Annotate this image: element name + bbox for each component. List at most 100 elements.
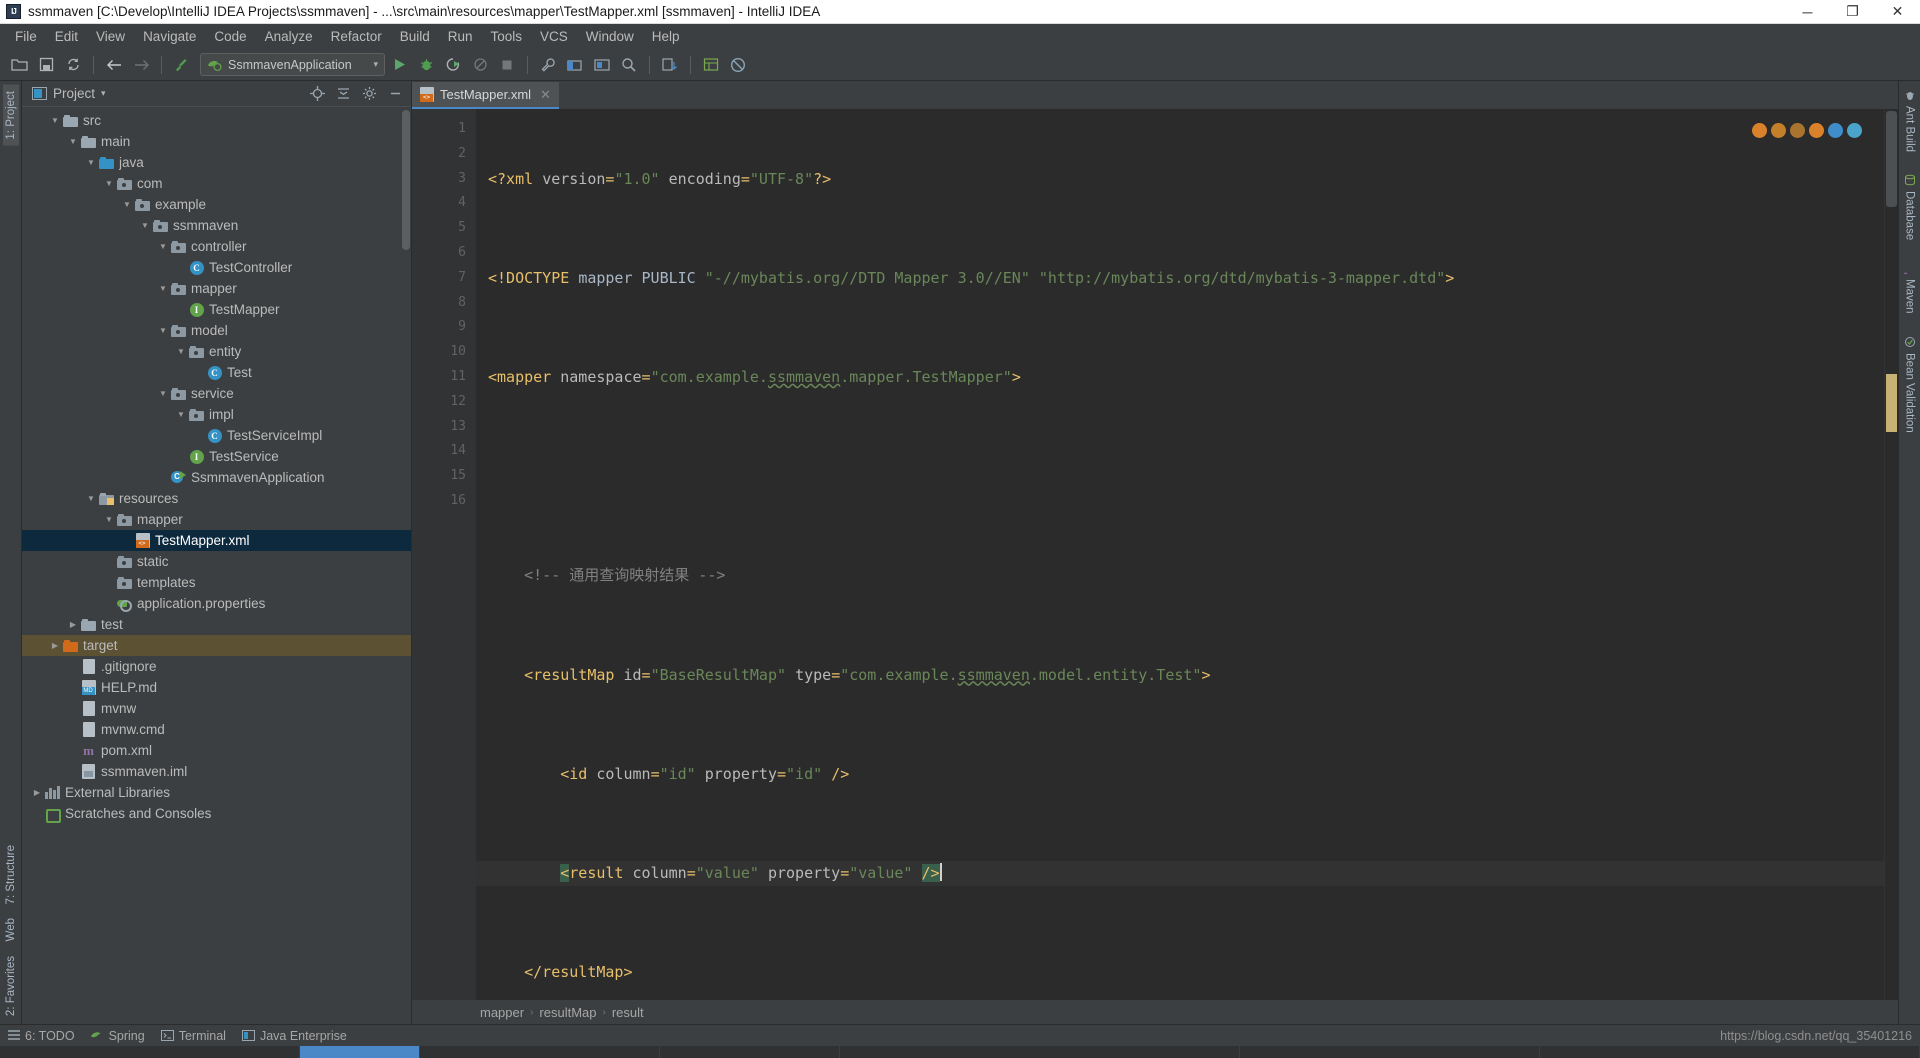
- tree-node-example[interactable]: ▼ example: [22, 194, 411, 215]
- tree-node-java[interactable]: ▼ java: [22, 152, 411, 173]
- expand-arrow-icon[interactable]: ▼: [84, 494, 98, 503]
- sidebar-item-web[interactable]: Web: [3, 912, 19, 947]
- info-bubble-2-icon[interactable]: [1847, 123, 1862, 138]
- navigate-back-icon[interactable]: [101, 53, 127, 77]
- breadcrumb-item-result[interactable]: result: [612, 1005, 644, 1020]
- tree-node-target[interactable]: ▶ target: [22, 635, 411, 656]
- menu-refactor[interactable]: Refactor: [322, 26, 391, 47]
- selection-marker[interactable]: [1886, 374, 1897, 432]
- expand-arrow-icon[interactable]: ▼: [138, 221, 152, 230]
- sidebar-item-project[interactable]: 1: Project: [2, 85, 19, 146]
- tree-node-test[interactable]: C Test: [22, 362, 411, 383]
- tree-node-ssmmavenapplication[interactable]: C SsmmavenApplication: [22, 467, 411, 488]
- sidebar-item-structure[interactable]: 7: Structure: [3, 839, 19, 910]
- run-icon[interactable]: [386, 53, 412, 77]
- tree-node-testserviceimpl[interactable]: C TestServiceImpl: [22, 425, 411, 446]
- tree-node-entity[interactable]: ▼ entity: [22, 341, 411, 362]
- editor-scrollbar-thumb[interactable]: [1886, 111, 1897, 207]
- warning-bubble-2-icon[interactable]: [1771, 123, 1786, 138]
- project-tree[interactable]: ▼ src ▼ main ▼ java ▼ com ▼ example ▼ ssmmaven ▼ cont…: [22, 107, 411, 1024]
- locate-crosshair-icon[interactable]: [307, 84, 327, 104]
- expand-arrow-icon[interactable]: ▼: [48, 116, 62, 125]
- gear-icon[interactable]: [359, 84, 379, 104]
- menu-analyze[interactable]: Analyze: [256, 26, 322, 47]
- save-all-icon[interactable]: [33, 53, 59, 77]
- run-with-coverage-icon[interactable]: [440, 53, 466, 77]
- tree-node-testmapper-xml[interactable]: TestMapper.xml: [22, 530, 411, 551]
- warning-bubble-3-icon[interactable]: [1790, 123, 1805, 138]
- tree-node-mapper[interactable]: ▼ mapper: [22, 278, 411, 299]
- sidebar-item-favorites[interactable]: 2: Favorites: [3, 950, 19, 1022]
- expand-arrow-icon[interactable]: ▼: [84, 158, 98, 167]
- expand-arrow-icon[interactable]: ▼: [174, 410, 188, 419]
- expand-arrow-icon[interactable]: ▼: [156, 326, 170, 335]
- menu-file[interactable]: File: [6, 26, 46, 47]
- menu-window[interactable]: Window: [577, 26, 643, 47]
- stop-icon[interactable]: [494, 53, 520, 77]
- expand-arrow-icon[interactable]: ▼: [102, 515, 116, 524]
- breadcrumb-item-mapper[interactable]: mapper: [480, 1005, 524, 1020]
- tree-node-controller[interactable]: ▼ controller: [22, 236, 411, 257]
- code-editor[interactable]: 1 2 3 4 5 6 7 8 9 10 11 12 13 14 15 16 <…: [412, 109, 1898, 1000]
- tree-node-scratches-and-consoles[interactable]: Scratches and Consoles: [22, 803, 411, 824]
- editor-gutter[interactable]: 1 2 3 4 5 6 7 8 9 10 11 12 13 14 15 16: [412, 109, 476, 1000]
- breadcrumb-item-resultmap[interactable]: resultMap: [539, 1005, 596, 1020]
- project-structure-icon[interactable]: [562, 53, 588, 77]
- expand-arrow-icon[interactable]: ▼: [156, 284, 170, 293]
- tree-node-testservice[interactable]: I TestService: [22, 446, 411, 467]
- expand-arrow-icon[interactable]: ▼: [66, 137, 80, 146]
- tree-node-external-libraries[interactable]: ▶ External Libraries: [22, 782, 411, 803]
- menu-code[interactable]: Code: [205, 26, 255, 47]
- sidebar-item-bean-validation[interactable]: Bean Validation: [1902, 332, 1918, 437]
- open-project-icon[interactable]: [6, 53, 32, 77]
- tree-node-src[interactable]: ▼ src: [22, 110, 411, 131]
- close-icon[interactable]: ✕: [540, 87, 551, 103]
- tree-node-service[interactable]: ▼ service: [22, 383, 411, 404]
- minimize-button[interactable]: ─: [1785, 0, 1830, 23]
- maximize-button[interactable]: ❐: [1830, 0, 1875, 23]
- tree-node-static[interactable]: static: [22, 551, 411, 572]
- expand-arrow-icon[interactable]: ▼: [120, 200, 134, 209]
- menu-build[interactable]: Build: [391, 26, 439, 47]
- search-everywhere-icon[interactable]: [616, 53, 642, 77]
- build-project-hammer-icon[interactable]: [169, 53, 195, 77]
- menu-view[interactable]: View: [87, 26, 134, 47]
- status-todo[interactable]: 6: TODO: [8, 1029, 75, 1043]
- tree-node-model[interactable]: ▼ model: [22, 320, 411, 341]
- expand-arrow-icon[interactable]: ▼: [174, 347, 188, 356]
- status-java-enterprise[interactable]: Java Enterprise: [241, 1029, 347, 1043]
- tree-node-pom-xml[interactable]: m pom.xml: [22, 740, 411, 761]
- tree-node-testcontroller[interactable]: C TestController: [22, 257, 411, 278]
- tree-node-ssmmaven[interactable]: ▼ ssmmaven: [22, 215, 411, 236]
- warning-bubble-icon[interactable]: [1752, 123, 1767, 138]
- project-tree-scrollbar[interactable]: [402, 110, 410, 250]
- tree-node-testmapper[interactable]: I TestMapper: [22, 299, 411, 320]
- settings-wrench-icon[interactable]: [535, 53, 561, 77]
- debug-icon[interactable]: [413, 53, 439, 77]
- menu-navigate[interactable]: Navigate: [134, 26, 205, 47]
- menu-vcs[interactable]: VCS: [531, 26, 577, 47]
- tab-testmapper-xml[interactable]: TestMapper.xml ✕: [412, 82, 559, 109]
- tree-node-application-properties[interactable]: application.properties: [22, 593, 411, 614]
- synchronize-icon[interactable]: [60, 53, 86, 77]
- layout-icon[interactable]: [589, 53, 615, 77]
- tree-node-mvnw[interactable]: mvnw: [22, 698, 411, 719]
- tree-node-com[interactable]: ▼ com: [22, 173, 411, 194]
- sidebar-item-maven[interactable]: m Maven: [1902, 258, 1918, 318]
- close-button[interactable]: ✕: [1875, 0, 1920, 23]
- database-icon[interactable]: [698, 53, 724, 77]
- menu-edit[interactable]: Edit: [46, 26, 87, 47]
- run-configuration-selector[interactable]: SsmmavenApplication ▾: [200, 53, 385, 76]
- expand-arrow-icon[interactable]: ▶: [30, 788, 44, 797]
- menu-run[interactable]: Run: [439, 26, 482, 47]
- expand-arrow-icon[interactable]: ▼: [102, 179, 116, 188]
- disabled-icon[interactable]: [725, 53, 751, 77]
- warning-bubble-4-icon[interactable]: [1809, 123, 1824, 138]
- sidebar-item-database[interactable]: Database: [1902, 170, 1918, 244]
- hide-window-icon[interactable]: [385, 84, 405, 104]
- expand-arrow-icon[interactable]: ▼: [156, 242, 170, 251]
- tree-node-help-md[interactable]: HELP.md: [22, 677, 411, 698]
- sidebar-item-ant-build[interactable]: Ant Build: [1902, 85, 1918, 156]
- project-view-chevron-down-icon[interactable]: ▾: [101, 88, 106, 99]
- chevron-down-icon[interactable]: ▾: [373, 59, 378, 70]
